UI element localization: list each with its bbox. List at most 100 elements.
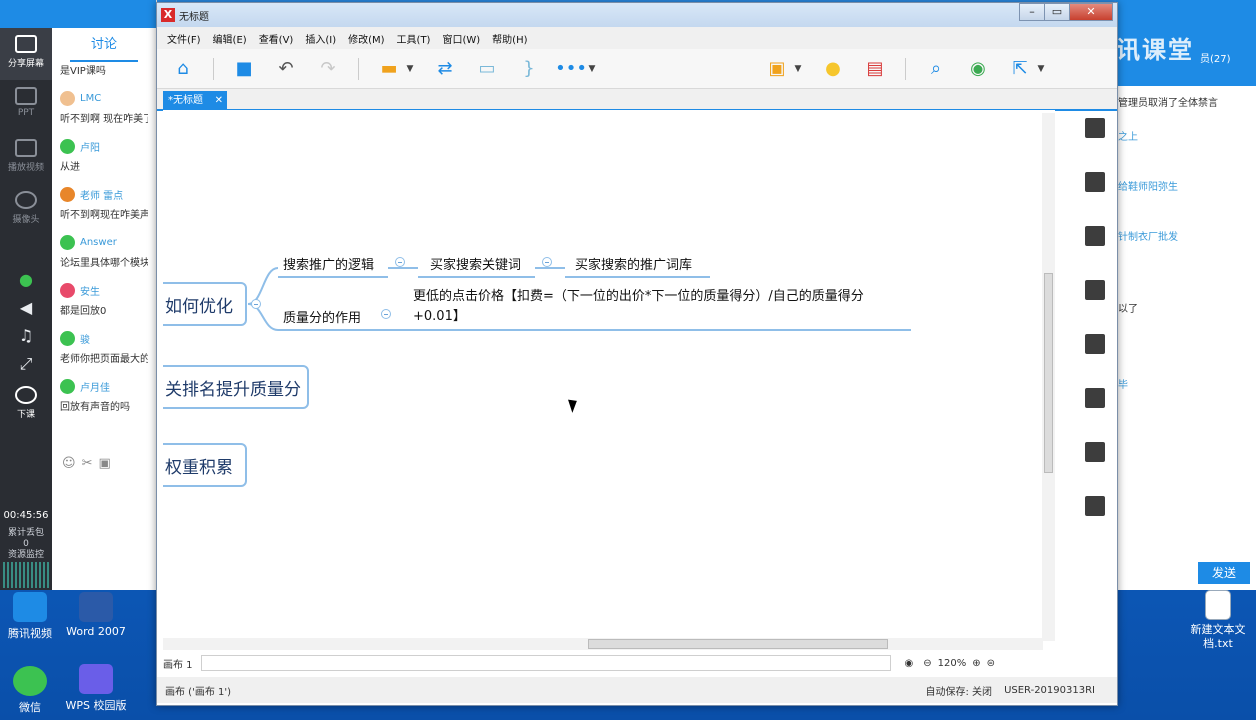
menu-file[interactable]: 文件(F): [167, 31, 201, 46]
chevron-down-icon[interactable]: ▼: [793, 57, 803, 81]
collapse-toggle[interactable]: [542, 257, 552, 267]
collapse-toggle[interactable]: [381, 309, 391, 319]
horizontal-scrollbar[interactable]: [163, 638, 1043, 650]
mindmap-canvas[interactable]: 如何优化 关排名提升质量分 权重积累 搜索推广的逻辑 买家搜索关键词 买家搜索的…: [163, 110, 1055, 653]
camera-button[interactable]: 摄像头: [0, 184, 52, 236]
end-class-button[interactable]: 下课: [0, 378, 52, 430]
class-timer: 00:45:56: [3, 510, 49, 521]
share-icon[interactable]: ◉: [966, 57, 990, 81]
menu-view[interactable]: 查看(V): [259, 31, 294, 46]
chevron-down-icon[interactable]: ▼: [1036, 57, 1046, 81]
vertical-scroll-thumb[interactable]: [1044, 273, 1053, 473]
emoji-icon[interactable]: ☺: [62, 456, 82, 471]
export-icon[interactable]: ⇱: [1008, 57, 1032, 81]
boundary-icon[interactable]: ▭: [475, 57, 499, 81]
maximize-button[interactable]: ▭: [1044, 3, 1070, 21]
main-topic-weight[interactable]: 权重积累: [163, 443, 247, 487]
tab-discussion[interactable]: 讨论: [70, 28, 138, 62]
menu-modify[interactable]: 修改(M): [348, 31, 384, 46]
summary-icon[interactable]: }: [517, 57, 541, 81]
marker-flag-icon[interactable]: [1085, 280, 1105, 300]
chat-message: 卢阳 从进: [52, 134, 156, 182]
zoom-menu-icon[interactable]: ⊜: [987, 658, 995, 669]
speaker-icon[interactable]: ◀: [0, 294, 52, 322]
notes-icon[interactable]: [1085, 388, 1105, 408]
relationship-icon[interactable]: ⇄: [433, 57, 457, 81]
presentation-icon[interactable]: ▣: [765, 57, 789, 81]
minimize-button[interactable]: –: [1019, 3, 1045, 21]
desktop-icon-wps[interactable]: WPS 校园版: [56, 664, 136, 713]
menu-help[interactable]: 帮助(H): [492, 31, 527, 46]
sheet-name-field[interactable]: [200, 655, 891, 671]
subtopic-buyer-keywords[interactable]: 买家搜索关键词: [418, 254, 535, 278]
text-file-icon: [1205, 590, 1231, 620]
zoom-in-icon[interactable]: ⊕: [972, 658, 980, 669]
menu-window[interactable]: 窗口(W): [442, 31, 480, 46]
image-icon[interactable]: [1085, 226, 1105, 246]
ppt-icon: [15, 87, 37, 105]
tab-untitled[interactable]: *无标题 ✕: [163, 91, 227, 111]
share-screen-button[interactable]: 分享屏幕: [0, 28, 52, 80]
close-button[interactable]: ✕: [1069, 3, 1113, 21]
xmind-window: X 无标题 – ▭ ✕ 文件(F) 编辑(E) 查看(V) 插入(I) 修改(M…: [156, 2, 1118, 706]
wechat-icon: [13, 666, 47, 696]
horizontal-scroll-thumb[interactable]: [588, 639, 888, 649]
more-icon[interactable]: •••: [555, 57, 587, 81]
collapse-toggle[interactable]: [395, 257, 405, 267]
save-icon[interactable]: ■: [232, 57, 256, 81]
chat-message: 是VIP课吗: [60, 66, 106, 77]
play-video-button[interactable]: 播放视频: [0, 132, 52, 184]
main-topic-ranking[interactable]: 关排名提升质量分: [163, 365, 309, 409]
document-tabbar: *无标题 ✕: [157, 89, 1117, 111]
fullscreen-icon[interactable]: ⤢: [0, 350, 52, 378]
menu-tools[interactable]: 工具(T): [397, 31, 431, 46]
discussion-panel: 讨论 是VIP课吗 LMC 听不到啊 现在咋美了 卢阳 从进 老师 雷点 听不到…: [52, 0, 157, 590]
chevron-down-icon[interactable]: ▼: [587, 57, 597, 81]
format-brush-icon[interactable]: [1085, 172, 1105, 192]
zoom-level: 120%: [937, 657, 967, 669]
menu-edit[interactable]: 编辑(E): [213, 31, 247, 46]
subtopic-search-logic[interactable]: 搜索推广的逻辑: [278, 254, 388, 278]
music-icon[interactable]: ♫: [0, 322, 52, 350]
video-icon: [15, 139, 37, 157]
desktop-icon-word2007[interactable]: Word 2007: [56, 592, 136, 638]
subtopic-quality-score[interactable]: 质量分的作用: [278, 307, 388, 331]
title-bar: X 无标题 – ▭ ✕: [157, 3, 1117, 27]
undo-icon[interactable]: ↶: [274, 57, 298, 81]
vertical-scrollbar[interactable]: [1042, 113, 1055, 641]
current-sheet-label: 画布 ('画布 1'): [165, 686, 232, 698]
desktop-icon-new-text[interactable]: 新建文本文档.txt: [1180, 590, 1256, 651]
eye-icon[interactable]: ◉: [905, 658, 914, 669]
chevron-down-icon[interactable]: ▼: [405, 57, 415, 81]
send-button[interactable]: 发送: [1198, 562, 1250, 584]
scissors-icon[interactable]: ✂: [82, 456, 99, 471]
task-icon[interactable]: [1085, 496, 1105, 516]
style-icon[interactable]: [1085, 334, 1105, 354]
outline-icon[interactable]: [1085, 118, 1105, 138]
member-count: 员(27): [1200, 54, 1231, 65]
ppt-button[interactable]: PPT: [0, 80, 52, 132]
chat-message: 骏 老师你把页面最大的: [52, 326, 156, 374]
avatar: [60, 378, 75, 394]
search-icon[interactable]: ⌕: [924, 57, 948, 81]
menu-bar: 文件(F) 编辑(E) 查看(V) 插入(I) 修改(M) 工具(T) 窗口(W…: [157, 27, 1117, 49]
image-icon[interactable]: ▣: [98, 456, 116, 471]
topic-icon[interactable]: ▬: [377, 57, 401, 81]
menu-insert[interactable]: 插入(I): [305, 31, 336, 46]
close-tab-icon[interactable]: ✕: [215, 91, 223, 111]
subtopic-buyer-keyword-library[interactable]: 买家搜索的推广词库: [565, 254, 710, 278]
mic-icon[interactable]: ●: [0, 266, 52, 294]
zoom-out-icon[interactable]: ⊖: [923, 658, 931, 669]
quality-score-detail[interactable]: 更低的点击价格【扣费=（下一位的出价*下一位的质量得分）/自己的质量得分+0.0…: [411, 287, 911, 331]
main-topic-optimize[interactable]: 如何优化: [163, 282, 247, 326]
resource-monitor-graph: [3, 562, 49, 588]
avatar: [60, 330, 75, 346]
redo-icon[interactable]: ↷: [316, 57, 340, 81]
comment-icon[interactable]: [1085, 442, 1105, 462]
window-title: 无标题: [179, 11, 209, 23]
idea-bulb-icon[interactable]: ●: [821, 57, 845, 81]
gantt-icon[interactable]: ▤: [863, 57, 887, 81]
home-icon[interactable]: ⌂: [171, 57, 195, 81]
collapse-toggle[interactable]: [251, 299, 261, 309]
avatar: [60, 138, 75, 154]
